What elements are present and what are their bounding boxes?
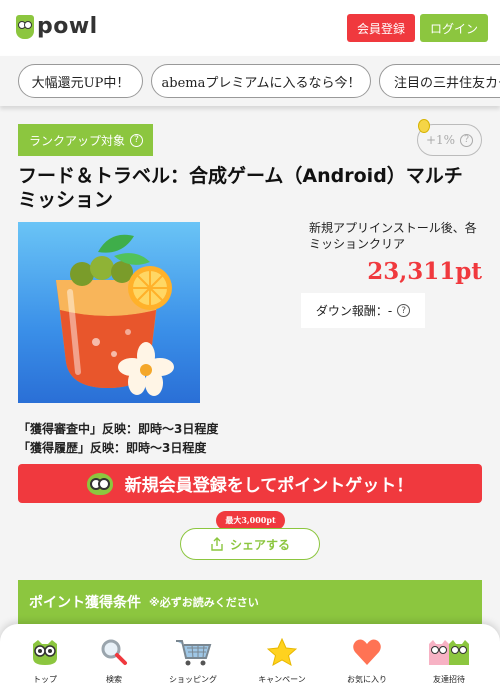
help-icon[interactable]: ? [460, 133, 474, 147]
nav-label: お気に入り [347, 675, 387, 684]
nav-label: 検索 [106, 675, 122, 684]
nav-label: 友達招待 [433, 675, 465, 684]
star-icon [267, 636, 297, 668]
down-reward-box[interactable]: ダウン報酬：- ? [301, 293, 425, 328]
juice-glass-icon [56, 234, 174, 396]
nav-item-shopping[interactable]: ショッピング [158, 636, 228, 685]
tag-chip[interactable]: abemaプレミアムに入るなら今！ [151, 64, 371, 98]
offer-detail: ランクアップ対象 ? +1% ? フード＆トラベル：合成ゲーム（Android）… [0, 106, 500, 700]
tag-chip[interactable]: 注目の三井住友カード [379, 64, 500, 98]
register-button[interactable]: 会員登録 [347, 14, 415, 42]
reflect-line: 「獲得審査中」反映：即時～3日程度 [18, 422, 219, 436]
reflect-timing: 「獲得審査中」反映：即時～3日程度 「獲得履歴」反映：即時～3日程度 [18, 420, 218, 458]
friends-icon [428, 636, 470, 668]
rank-badge-label: ランクアップ対象 [29, 133, 126, 148]
nav-item-search[interactable]: 検索 [79, 636, 149, 685]
logo-text: powl [37, 14, 98, 39]
cart-icon [174, 636, 212, 668]
nav-item-top[interactable]: トップ [10, 636, 80, 685]
app-thumbnail [18, 222, 200, 403]
down-reward-label: ダウン報酬：- [315, 304, 393, 318]
owl-icon [30, 636, 60, 668]
tag-chip[interactable]: 大幅還元UP中！ [18, 64, 143, 98]
coin-icon [418, 119, 430, 133]
nav-label: ショッピング [169, 675, 217, 684]
owl-icon [86, 472, 113, 495]
signup-cta-button[interactable]: 新規会員登録をしてポイントゲット！ [18, 464, 482, 503]
site-header: powl 会員登録 ログイン [0, 0, 500, 56]
conditions-note: ※必ずお読みください [149, 596, 259, 609]
share-icon [211, 537, 223, 551]
login-button[interactable]: ログイン [420, 14, 488, 42]
heart-icon [352, 636, 382, 668]
share-label: シェアする [229, 537, 290, 552]
conditions-header: ポイント獲得条件 ※必ずお読みください [18, 580, 482, 624]
powl-logo[interactable]: powl [16, 14, 98, 39]
conditions-title: ポイント獲得条件 [29, 595, 141, 611]
nav-item-invite[interactable]: 友達招待 [414, 636, 484, 685]
campaign-tag-bar[interactable]: 大幅還元UP中！ abemaプレミアムに入るなら今！ 注目の三井住友カード [0, 56, 500, 106]
offer-title: フード＆トラベル：合成ゲーム（Android）マルチミッション [18, 165, 463, 211]
share-button[interactable]: シェアする [180, 528, 320, 560]
help-icon[interactable]: ? [397, 304, 411, 317]
nav-item-favorites[interactable]: お気に入り [332, 636, 402, 685]
nav-item-campaign[interactable]: キャンペーン [247, 636, 317, 685]
reflect-line: 「獲得履歴」反映：即時～3日程度 [18, 441, 207, 455]
search-icon [99, 636, 129, 668]
rank-up-badge[interactable]: ランクアップ対象 ? [18, 124, 153, 156]
cta-label: 新規会員登録をしてポイントゲット！ [124, 476, 414, 496]
owl-logo-icon [16, 14, 34, 39]
offer-points: 23,311pt [367, 258, 482, 285]
nav-label: トップ [33, 675, 57, 684]
bottom-nav: トップ 検索 ショッピング キャンペーン お気に入り 友達招待 [0, 624, 500, 700]
offer-description: 新規アプリインストール後、各ミッションクリア [309, 221, 477, 251]
nav-label: キャンペーン [258, 675, 306, 684]
bonus-rate: +1% [425, 133, 456, 147]
help-icon[interactable]: ? [130, 133, 144, 147]
